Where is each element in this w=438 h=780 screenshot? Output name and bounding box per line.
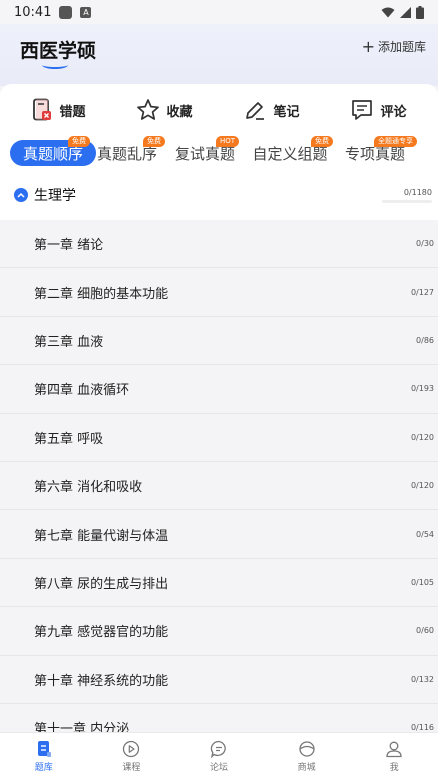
status-time: 10:41 bbox=[14, 4, 52, 20]
status-bar: 10:41 A bbox=[0, 0, 438, 24]
signal-icon bbox=[400, 6, 411, 18]
plus-icon: + bbox=[361, 36, 375, 56]
nav-label: 商城 bbox=[297, 763, 316, 773]
title-underline bbox=[42, 61, 68, 69]
tab-exam-random[interactable]: 真题乱序 免费 bbox=[97, 136, 165, 166]
wifi-icon bbox=[381, 7, 395, 17]
battery-icon bbox=[416, 5, 424, 19]
chapter-row[interactable]: 第九章 感觉器官的功能 0/60 bbox=[0, 607, 438, 656]
chapter-title: 第五章 呼吸 bbox=[34, 431, 104, 447]
tab-exam-order[interactable]: 真题顺序 免费 bbox=[10, 136, 96, 166]
chapter-row[interactable]: 第十章 神经系统的功能 0/132 bbox=[0, 656, 438, 704]
hot-badge: HOT bbox=[215, 136, 239, 147]
nav-label: 题库 bbox=[34, 763, 53, 773]
wrong-questions-label: 错题 bbox=[59, 104, 86, 120]
notes-label: 笔记 bbox=[273, 104, 300, 120]
free-badge: 免费 bbox=[143, 136, 165, 147]
user-icon bbox=[386, 741, 402, 758]
main-card: 错题 收藏 笔记 评论 真题顺序 免费 真题乱序 免费 复试真题 HOT 自定义… bbox=[0, 84, 438, 220]
shop-icon bbox=[298, 741, 315, 757]
favorites-label: 收藏 bbox=[166, 104, 193, 120]
chapter-title: 第八章 尿的生成与排出 bbox=[34, 576, 169, 592]
chapter-count: 0/193 bbox=[410, 384, 434, 394]
comments-label: 评论 bbox=[380, 104, 407, 120]
vip-badge: 全题通专享 bbox=[374, 136, 417, 147]
chapter-row[interactable]: 第五章 呼吸 0/120 bbox=[0, 414, 438, 462]
chapter-row[interactable]: 第六章 消化和吸收 0/120 bbox=[0, 462, 438, 511]
subject-progress-bar bbox=[382, 200, 432, 203]
tool-row: 错题 收藏 笔记 评论 bbox=[0, 84, 438, 128]
nav-forum[interactable]: 论坛 bbox=[189, 740, 249, 773]
notification-icon bbox=[59, 5, 73, 19]
chapter-count: 0/54 bbox=[416, 529, 434, 539]
chapter-count: 0/132 bbox=[410, 674, 434, 684]
bottom-nav: 题库 课程 论坛 商城 我 bbox=[0, 732, 438, 780]
chapter-title: 第一章 绪论 bbox=[34, 238, 104, 254]
tab-custom-quiz[interactable]: 自定义组题 免费 bbox=[253, 136, 333, 166]
chapter-row[interactable]: 第二章 细胞的基本功能 0/127 bbox=[0, 268, 438, 317]
comments-button[interactable]: 评论 bbox=[350, 92, 407, 128]
chapter-list[interactable]: 第一章 绪论 0/30 第二章 细胞的基本功能 0/127 第三章 血液 0/86 第四章 … bbox=[0, 220, 438, 732]
nav-label: 课程 bbox=[122, 763, 141, 773]
subject-header[interactable]: 生理学 0/1180 bbox=[0, 180, 438, 210]
chapter-count: 0/60 bbox=[416, 626, 434, 636]
comment-icon bbox=[352, 100, 373, 120]
add-bank-button[interactable]: + 添加题库 bbox=[362, 38, 426, 55]
chapter-row[interactable]: 第三章 血液 0/86 bbox=[0, 317, 438, 366]
subject-count: 0/1180 bbox=[403, 188, 432, 197]
chapter-count: 0/116 bbox=[410, 723, 434, 732]
nav-courses[interactable]: 课程 bbox=[101, 740, 161, 773]
chapter-row[interactable]: 第七章 能量代谢与体温 0/54 bbox=[0, 510, 438, 559]
nav-me[interactable]: 我 bbox=[364, 740, 424, 773]
free-badge: 免费 bbox=[68, 136, 90, 147]
tab-special-exam[interactable]: 专项真题 全题通专享 bbox=[345, 136, 417, 166]
chevron-up-icon bbox=[14, 188, 28, 202]
tab-bar: 真题顺序 免费 真题乱序 免费 复试真题 HOT 自定义组题 免费 专项真题 全… bbox=[8, 134, 428, 168]
nav-label: 论坛 bbox=[209, 763, 228, 773]
tab-retest-exam[interactable]: 复试真题 HOT bbox=[175, 136, 239, 166]
chapter-row[interactable]: 第八章 尿的生成与排出 0/105 bbox=[0, 559, 438, 608]
chapter-title: 第二章 细胞的基本功能 bbox=[34, 286, 169, 302]
a-notification-icon: A bbox=[80, 6, 92, 18]
status-left: 10:41 A bbox=[14, 4, 92, 20]
chapter-count: 0/120 bbox=[410, 481, 434, 491]
notes-button[interactable]: 笔记 bbox=[243, 92, 300, 128]
wrong-questions-icon bbox=[33, 98, 52, 121]
play-icon bbox=[123, 740, 140, 758]
chapter-title: 第十章 神经系统的功能 bbox=[34, 673, 169, 689]
chapter-title: 第九章 感觉器官的功能 bbox=[34, 625, 169, 641]
chapter-row[interactable]: 第十一章 内分泌 0/116 bbox=[0, 704, 438, 732]
favorites-button[interactable]: 收藏 bbox=[136, 92, 193, 128]
status-right bbox=[381, 5, 424, 19]
add-bank-label: 添加题库 bbox=[377, 40, 426, 54]
subject-name: 生理学 bbox=[34, 188, 76, 204]
free-badge: 免费 bbox=[311, 136, 333, 147]
chapter-count: 0/86 bbox=[416, 335, 434, 345]
chapter-count: 0/30 bbox=[416, 239, 434, 249]
subject-progress: 0/1180 bbox=[382, 188, 432, 203]
pen-icon bbox=[246, 102, 265, 120]
chapter-title: 第三章 血液 bbox=[34, 334, 104, 350]
nav-shop[interactable]: 商城 bbox=[277, 740, 337, 773]
chapter-count: 0/127 bbox=[410, 287, 434, 297]
chapter-count: 0/120 bbox=[410, 432, 434, 442]
question-bank-icon bbox=[37, 741, 51, 757]
chapter-row[interactable]: 第四章 血液循环 0/193 bbox=[0, 365, 438, 414]
forum-icon bbox=[210, 740, 226, 758]
bank-title[interactable]: 西医学硕 bbox=[20, 36, 96, 63]
chapter-title: 第十一章 内分泌 bbox=[34, 722, 130, 732]
chapter-title: 第六章 消化和吸收 bbox=[34, 480, 143, 496]
chapter-title: 第四章 血液循环 bbox=[34, 383, 130, 399]
chapter-title: 第七章 能量代谢与体温 bbox=[34, 528, 169, 544]
nav-label: 我 bbox=[389, 763, 399, 773]
header: 西医学硕 + 添加题库 bbox=[0, 24, 438, 86]
chapter-row[interactable]: 第一章 绪论 0/30 bbox=[0, 220, 438, 269]
wrong-questions-button[interactable]: 错题 bbox=[31, 92, 86, 128]
nav-question-bank[interactable]: 题库 bbox=[14, 740, 74, 773]
star-icon bbox=[137, 99, 160, 120]
chapter-count: 0/105 bbox=[410, 577, 434, 587]
